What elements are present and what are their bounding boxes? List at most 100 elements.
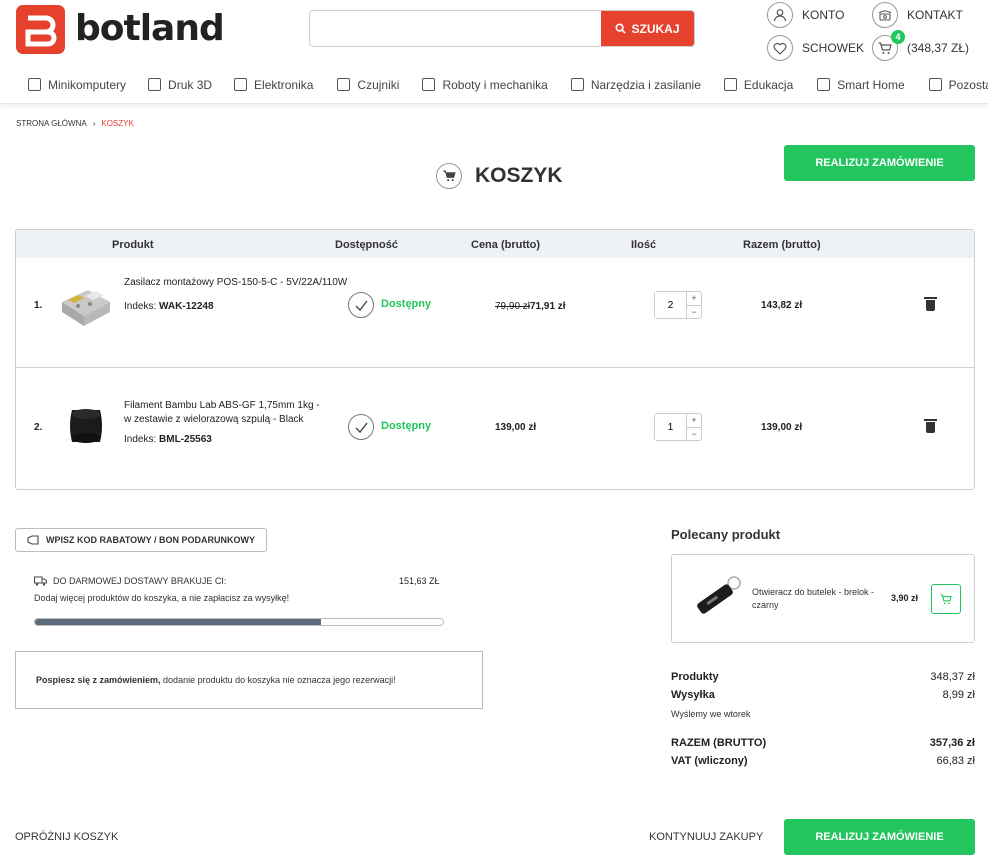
free-shipping-hint: Dodaj więcej produktów do koszyka, a nie… — [34, 593, 290, 603]
contact-link[interactable]: KONTAKT — [872, 2, 963, 28]
row-total: 143,82 zł — [761, 300, 803, 311]
summary-vat-value: 66,83 zł — [936, 755, 975, 767]
bulb-icon — [928, 78, 942, 91]
thermometer-icon — [337, 78, 351, 91]
nav-item[interactable]: Edukacja — [723, 77, 794, 92]
summary-total: RAZEM (BRUTTO) 357,36 zł — [671, 737, 975, 749]
quantity-input[interactable] — [655, 414, 686, 440]
nav-item[interactable]: Roboty i mechanika — [422, 77, 548, 92]
checkout-button-bottom[interactable]: REALIZUJ ZAMÓWIENIE — [784, 819, 975, 855]
index-label: Indeks: — [124, 434, 157, 445]
row-number: 2. — [34, 422, 43, 433]
search-button[interactable]: SZUKAJ — [601, 11, 694, 46]
smart-home-icon — [817, 78, 831, 91]
minus-button[interactable]: − — [687, 428, 701, 441]
search-bar: SZUKAJ — [309, 10, 695, 47]
coupon-button[interactable]: WPISZ KOD RABATOWY / BON PODARUNKOWY — [15, 528, 267, 552]
summary-total-value: 357,36 zł — [929, 737, 975, 749]
notice-text: dodanie produktu do koszyka nie oznacza … — [160, 675, 396, 685]
user-icon — [767, 2, 793, 28]
summary-vat-label: VAT (wliczony) — [671, 755, 748, 767]
page-title: KOSZYK — [475, 164, 563, 187]
nav-item[interactable]: Minikomputery — [28, 78, 126, 92]
checkout-button-top[interactable]: REALIZUJ ZAMÓWIENIE — [784, 145, 975, 181]
coupon-label: WPISZ KOD RABATOWY / BON PODARUNKOWY — [46, 535, 255, 545]
product-image-filament[interactable] — [62, 402, 110, 450]
notice-bold: Pospiesz się z zamówieniem, — [36, 675, 161, 685]
logo-text: botland — [75, 8, 225, 49]
nav-item-label: Edukacja — [743, 77, 794, 92]
summary-total-label: RAZEM (BRUTTO) — [671, 737, 767, 749]
recommended-heading: Polecany produkt — [671, 527, 781, 542]
product-image-power-supply[interactable] — [58, 276, 113, 331]
nav-item[interactable]: Pozostałe — [928, 77, 988, 92]
nav-item-label: Roboty i mechanika — [442, 77, 548, 92]
table-header: Produkt Dostępność Cena (brutto) Ilość R… — [16, 230, 974, 258]
quantity-input[interactable] — [655, 292, 686, 318]
progress-fill — [35, 619, 321, 625]
cart-count-badge: 4 — [891, 30, 905, 44]
header-product: Produkt — [112, 239, 154, 251]
free-shipping-progress — [34, 618, 444, 626]
nav-item[interactable]: Smart Home — [817, 77, 905, 92]
plus-button[interactable]: + — [687, 414, 701, 428]
product-name[interactable]: Filament Bambu Lab ABS-GF 1,75mm 1kg - w… — [124, 399, 329, 427]
minicomputer-icon — [28, 78, 41, 91]
logo[interactable]: botland — [16, 4, 236, 54]
add-to-cart-button[interactable] — [931, 584, 961, 614]
account-label: KONTO — [802, 8, 845, 22]
category-nav: Minikomputery Druk 3D Elektronika Czujniki R… — [0, 66, 988, 104]
cart-total: (348,37 ZŁ) — [907, 41, 970, 55]
trash-icon[interactable] — [924, 419, 937, 433]
nav-item[interactable]: Druk 3D — [148, 78, 212, 92]
heart-icon — [767, 35, 793, 61]
nav-item-label: Smart Home — [837, 77, 905, 92]
nav-item[interactable]: Narzędzia i zasilanie — [570, 77, 701, 92]
recommended-product: Otwieracz do butelek - brelok - czarny 3… — [671, 554, 975, 643]
product-image-bottle-opener[interactable] — [686, 571, 744, 629]
trash-icon[interactable] — [924, 297, 937, 311]
index-label: Indeks: — [124, 301, 157, 312]
summary-shipping-label: Wysyłka — [671, 689, 715, 701]
recommended-price: 3,90 zł — [891, 593, 919, 603]
nav-item[interactable]: Elektronika — [234, 78, 313, 92]
breadcrumb-home[interactable]: STRONA GŁÓWNA — [16, 119, 87, 128]
contact-label: KONTAKT — [907, 8, 963, 22]
plus-button[interactable]: + — [687, 292, 701, 306]
summary-shipping-value: 8,99 zł — [942, 689, 975, 701]
nav-item-label: Narzędzia i zasilanie — [590, 77, 701, 92]
price: 139,00 zł — [495, 422, 537, 433]
minus-button[interactable]: − — [687, 306, 701, 319]
account-link[interactable]: KONTO — [767, 2, 844, 28]
search-icon — [615, 23, 627, 34]
nav-item-label: Elektronika — [254, 77, 314, 92]
chip-icon — [234, 78, 248, 91]
product-name[interactable]: Zasilacz montażowy POS-150-5-C - 5V/22A/… — [124, 277, 354, 288]
quantity-stepper: + − — [654, 291, 702, 319]
row-number: 1. — [34, 300, 43, 311]
cube-icon — [148, 78, 162, 91]
brain-icon — [723, 78, 737, 91]
cart-link[interactable]: 4 (348,37 ZŁ) — [872, 30, 970, 61]
reservation-notice: Pospiesz się z zamówieniem, dodanie prod… — [15, 651, 483, 709]
nav-item[interactable]: Czujniki — [337, 78, 399, 92]
logo-mark — [16, 4, 65, 54]
phone-icon — [872, 2, 898, 28]
recommended-name[interactable]: Otwieracz do butelek - brelok - czarny — [752, 586, 882, 612]
empty-cart-link[interactable]: OPRÓŻNIJ KOSZYK — [15, 831, 118, 843]
tools-icon — [570, 78, 584, 91]
nav-item-label: Pozostałe — [948, 77, 988, 92]
old-price: 79,90 zł — [495, 301, 531, 312]
continue-shopping-link[interactable]: KONTYNUUJ ZAKUPY — [649, 831, 763, 843]
free-shipping-missing: 151,63 ZŁ — [399, 576, 440, 586]
availability-status: Dostępny — [381, 420, 432, 432]
wishlist-label: SCHOWEK — [802, 41, 865, 55]
wishlist-link[interactable]: SCHOWEK — [767, 35, 864, 61]
check-icon — [348, 292, 374, 318]
breadcrumb: STRONA GŁÓWNA › KOSZYK — [16, 119, 134, 128]
tag-icon — [27, 534, 39, 545]
breadcrumb-current: KOSZYK — [101, 119, 134, 128]
nav-item-label: Czujniki — [357, 77, 400, 92]
search-input[interactable] — [310, 11, 601, 46]
availability-status: Dostępny — [381, 298, 432, 310]
